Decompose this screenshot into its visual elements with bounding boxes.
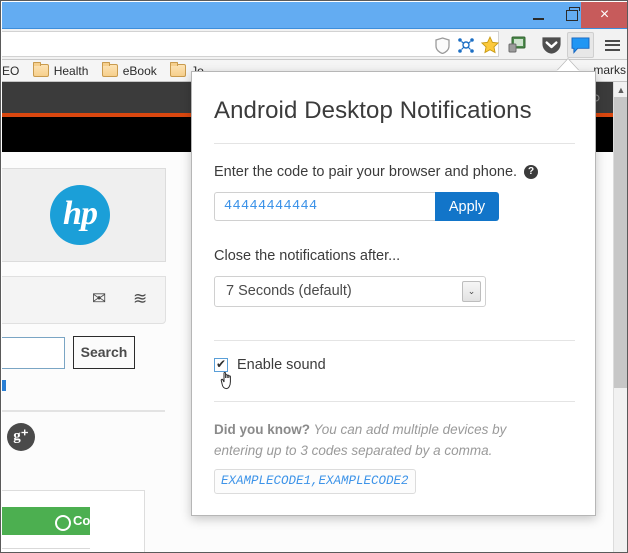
popup-arrow: [557, 59, 579, 71]
hand-cursor-icon: [220, 371, 231, 390]
minimize-button[interactable]: [522, 2, 555, 28]
bookmark-label: EO: [2, 63, 20, 78]
enable-sound-label: Enable sound: [237, 357, 326, 373]
address-bar[interactable]: [2, 31, 499, 57]
tip-divider: [214, 401, 575, 402]
hp-logo: hp: [50, 185, 110, 245]
pair-code-label-text: Enter the code to pair your browser and …: [214, 164, 518, 180]
hamburger-glyph: [604, 37, 620, 53]
site-search-input[interactable]: [2, 337, 65, 369]
scrollbar-thumb[interactable]: [614, 97, 627, 388]
rss-icon[interactable]: ≋: [133, 289, 147, 309]
page-divider: [2, 410, 165, 412]
bookmark-item-ebook[interactable]: eBook: [97, 60, 162, 81]
extension-icon[interactable]: [506, 33, 530, 57]
page-title: Android Desktop Notifications: [214, 97, 532, 124]
bookmark-item-health[interactable]: Health: [28, 60, 94, 81]
chevron-down-icon[interactable]: ⌄: [462, 281, 481, 302]
chrome-menu-icon[interactable]: [600, 33, 624, 57]
settings-divider: [214, 340, 575, 341]
site-search-button[interactable]: Search: [73, 336, 135, 369]
pair-code-row: Apply: [214, 192, 499, 221]
duration-select[interactable]: 7 Seconds (default) ⌄: [214, 276, 486, 307]
bluetrace-icon[interactable]: [454, 33, 478, 57]
bluetrace-glyph: [458, 38, 474, 53]
google-plus-icon[interactable]: g⁺: [7, 423, 35, 451]
bookmark-star-icon[interactable]: [478, 33, 502, 57]
browser-toolbar: [2, 29, 627, 60]
shield-glyph: [434, 36, 450, 54]
page-link-fragment[interactable]: [2, 380, 6, 391]
card-divider: [2, 548, 90, 549]
example-code-badge: EXAMPLECODE1,EXAMPLECODE2: [214, 468, 416, 495]
bookmarks-overflow-label[interactable]: marks: [593, 63, 626, 77]
bookmark-label: Health: [53, 63, 89, 78]
extension-glyph: [508, 36, 526, 53]
maximize-icon: [565, 6, 580, 21]
folder-icon: [32, 62, 49, 77]
tip-text: Did you know? You can add multiple devic…: [214, 420, 524, 495]
enable-sound-row[interactable]: Enable sound: [214, 356, 575, 390]
close-after-label: Close the notifications after...: [214, 248, 401, 264]
star-glyph: [481, 36, 499, 54]
apply-button[interactable]: Apply: [435, 192, 499, 221]
extension-popup: Android Desktop Notifications Enter the …: [191, 71, 596, 516]
scroll-up-arrow-icon[interactable]: ▲: [614, 82, 627, 97]
help-icon[interactable]: ?: [524, 165, 539, 179]
bookmark-label: eBook: [122, 63, 157, 78]
browser-window: × EO Health eBook marks hp ✉ ≋ Search g⁺…: [0, 0, 628, 553]
title-divider: [214, 143, 575, 144]
duration-selected-value: 7 Seconds (default): [226, 283, 352, 299]
shield-icon[interactable]: [430, 33, 454, 57]
window-title-bar: ×: [2, 2, 627, 29]
close-window-button[interactable]: ×: [581, 2, 627, 28]
colleagues-label: Colleagues: [73, 513, 143, 528]
bookmark-item-eo[interactable]: EO: [2, 60, 24, 81]
pocket-icon[interactable]: [539, 33, 563, 57]
mail-icon[interactable]: ✉: [92, 289, 106, 309]
folder-icon: [170, 62, 187, 77]
page-lower-card: Colleagues: [2, 490, 145, 552]
android-notifications-icon[interactable]: [567, 32, 594, 58]
pocket-glyph: [541, 37, 561, 54]
chat-bubble-glyph: [571, 36, 590, 54]
close-icon: ×: [599, 6, 610, 23]
pair-code-label: Enter the code to pair your browser and …: [214, 164, 575, 180]
advertisement-panel[interactable]: hp: [2, 168, 166, 262]
tip-heading: Did you know?: [214, 422, 310, 437]
minimize-icon: [533, 17, 544, 20]
colleagues-status-icon: [55, 515, 71, 531]
social-links-panel: ✉ ≋: [2, 276, 166, 324]
page-scrollbar[interactable]: ▲: [613, 82, 627, 552]
pair-code-input[interactable]: [214, 192, 435, 221]
folder-icon: [101, 62, 118, 77]
